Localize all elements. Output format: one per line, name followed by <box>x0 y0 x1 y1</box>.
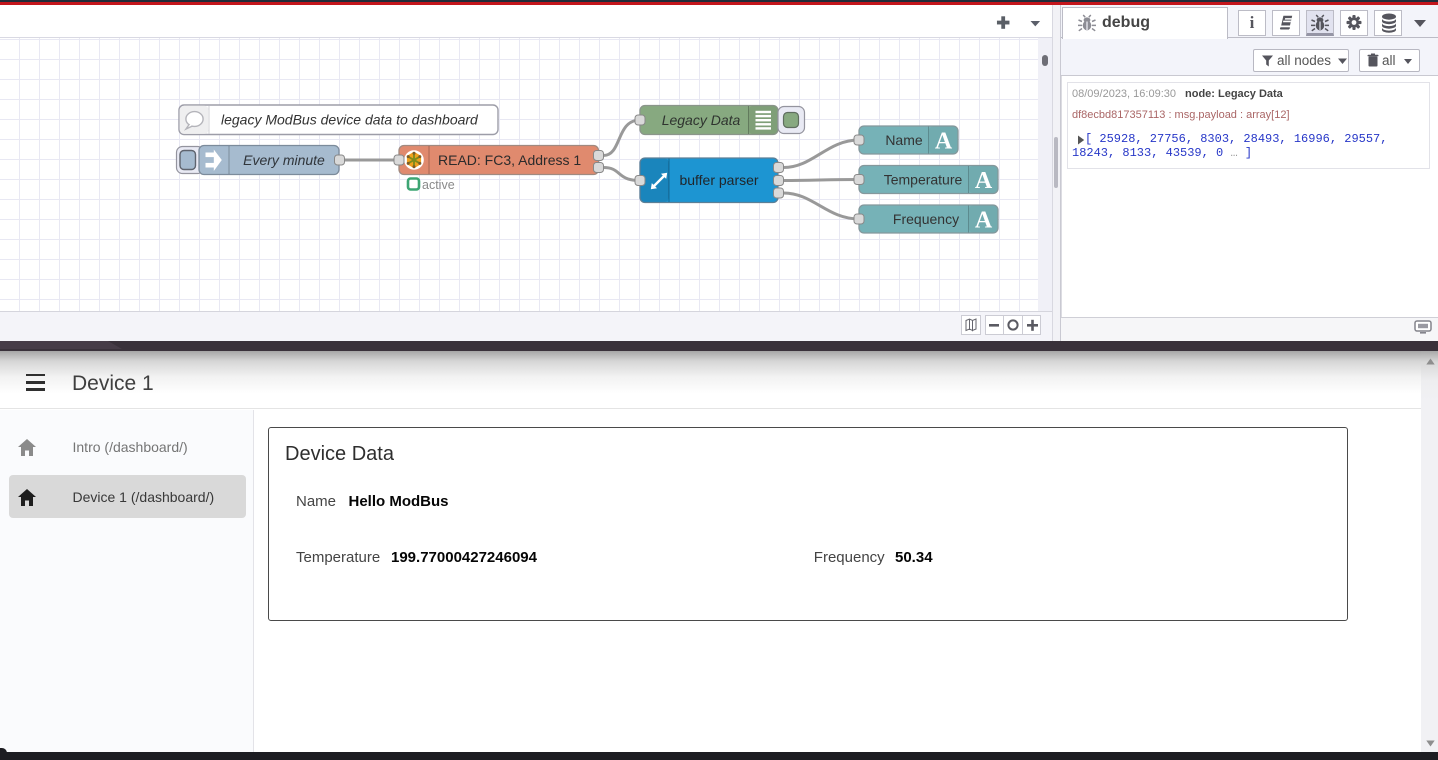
svg-text:Temperature: Temperature <box>884 172 963 188</box>
svg-text:A: A <box>935 129 953 155</box>
svg-text:active: active <box>422 178 455 192</box>
svg-text:Name: Name <box>885 132 923 148</box>
svg-text:Legacy Data: Legacy Data <box>662 112 741 128</box>
svg-text:A: A <box>975 168 993 194</box>
svg-text:A: A <box>975 208 993 234</box>
svg-text:buffer parser: buffer parser <box>679 172 758 188</box>
svg-text:legacy ModBus device data to d: legacy ModBus device data to dashboard <box>221 112 479 128</box>
svg-text:Every minute: Every minute <box>243 152 325 168</box>
svg-text:READ: FC3, Address 1: READ: FC3, Address 1 <box>438 152 581 168</box>
svg-text:Frequency: Frequency <box>893 211 959 227</box>
